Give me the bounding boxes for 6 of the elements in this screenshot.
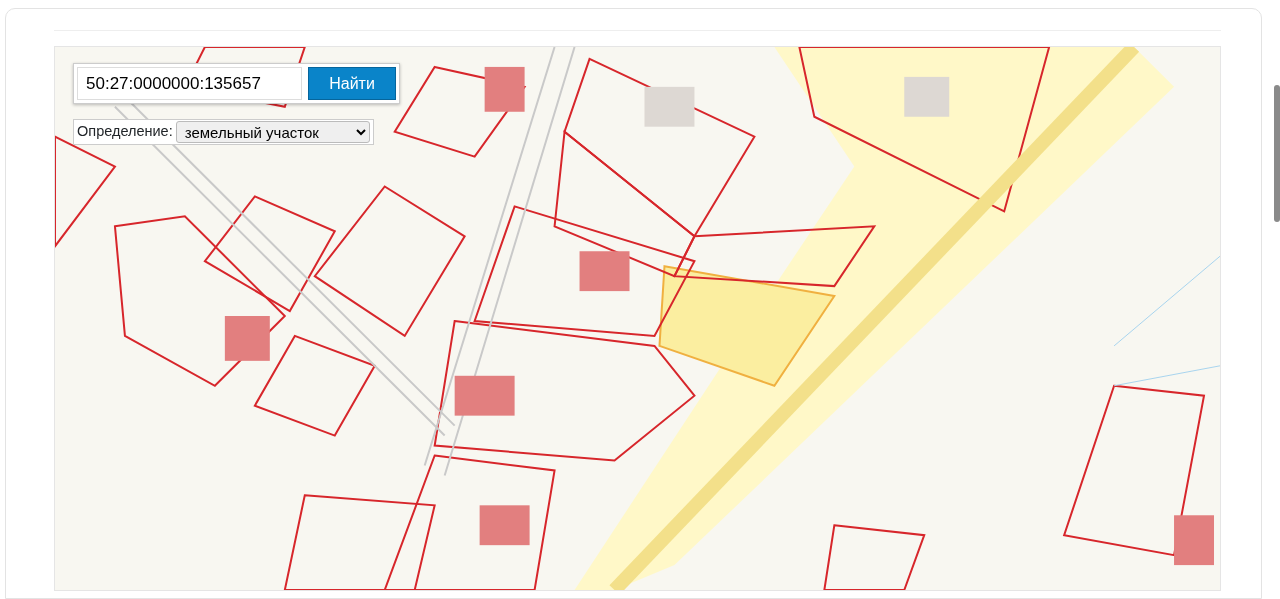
filter-label: Определение: <box>77 122 173 142</box>
map-panel[interactable]: 50:27:0000000:135657 Найти Определение: земельный участок <box>54 46 1221 591</box>
cadastral-number-field[interactable]: 50:27:0000000:135657 <box>77 67 302 100</box>
object-type-select[interactable]: земельный участок <box>175 121 370 143</box>
scrollbar-thumb[interactable] <box>1274 85 1280 222</box>
find-button[interactable]: Найти <box>308 67 396 100</box>
